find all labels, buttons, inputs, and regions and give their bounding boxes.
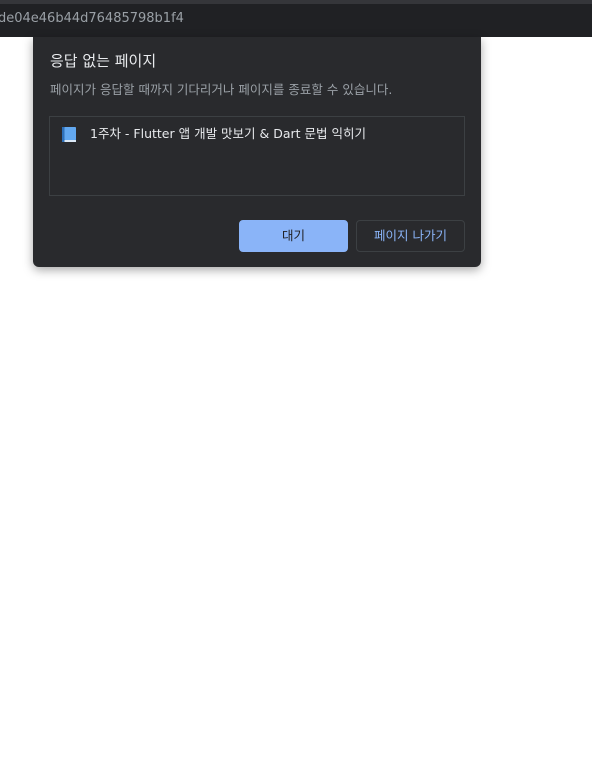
wait-button[interactable]: 대기 <box>239 220 348 252</box>
browser-top-bar: de04e46b44d76485798b1f4 <box>0 0 592 37</box>
unresponsive-page-list: 1주차 - Flutter 앱 개발 맛보기 & Dart 문법 익히기 <box>49 116 465 196</box>
list-item: 1주차 - Flutter 앱 개발 맛보기 & Dart 문법 익히기 <box>62 125 366 143</box>
page-item-label: 1주차 - Flutter 앱 개발 맛보기 & Dart 문법 익히기 <box>90 126 367 141</box>
exit-page-button[interactable]: 페이지 나가기 <box>356 220 465 252</box>
dialog-description: 페이지가 응답할 때까지 기다리거나 페이지를 종료할 수 있습니다. <box>50 82 393 97</box>
tab-strip-edge <box>0 0 592 4</box>
book-icon <box>62 126 76 142</box>
address-bar-url[interactable]: de04e46b44d76485798b1f4 <box>0 8 592 30</box>
dialog-title: 응답 없는 페이지 <box>50 52 157 70</box>
unresponsive-page-dialog: 응답 없는 페이지 페이지가 응답할 때까지 기다리거나 페이지를 종료할 수 … <box>33 37 481 267</box>
